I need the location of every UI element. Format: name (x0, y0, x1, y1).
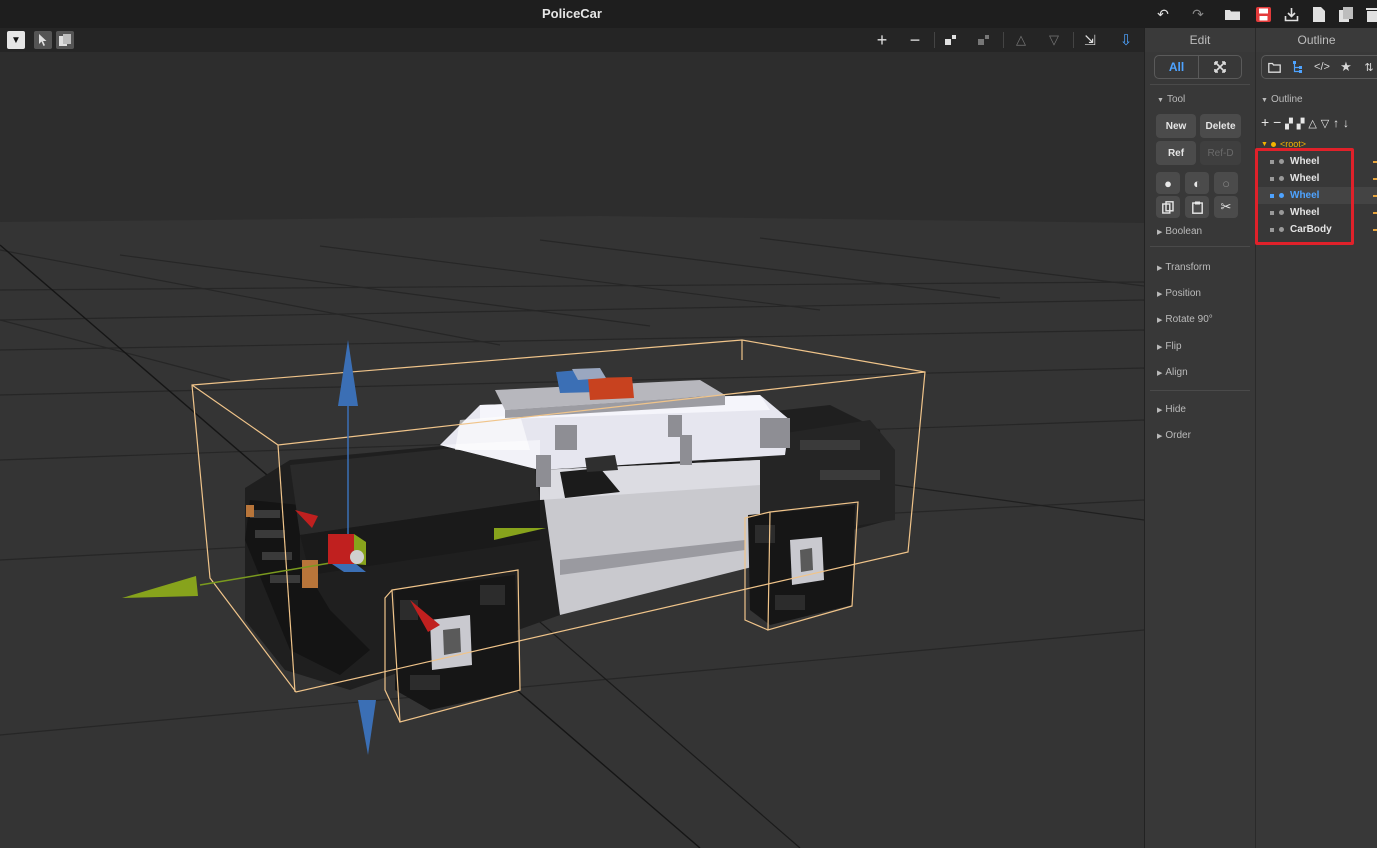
expand-root-icon[interactable]: ▼ (1261, 141, 1268, 148)
export-icon[interactable] (1281, 4, 1301, 24)
move-down-icon[interactable]: ↓ (1343, 116, 1349, 130)
order-section[interactable]: ▶ Order (1157, 430, 1191, 441)
mode-all-button[interactable]: All (1155, 56, 1199, 78)
viewport-toolbar: ▼ + − △ ▽ ⇲ ⇩ (0, 28, 1144, 52)
menu-dropdown-icon[interactable]: ▼ (7, 31, 25, 49)
paste-icon[interactable] (1185, 196, 1209, 218)
copy-layers-icon[interactable] (56, 31, 74, 49)
tree-view-icon[interactable] (1286, 56, 1310, 78)
erase-voxel-icon[interactable] (976, 31, 994, 49)
trash-icon[interactable] (1362, 4, 1377, 24)
new-button[interactable]: New (1156, 114, 1196, 138)
download-arrow-icon[interactable]: ⇩ (1117, 31, 1135, 49)
position-section[interactable]: ▶ Position (1157, 288, 1201, 299)
ref-d-button[interactable]: Ref-D (1200, 141, 1241, 165)
star-icon[interactable]: ★ (1334, 56, 1358, 78)
remove-node-icon[interactable]: − (1273, 114, 1281, 130)
triangle-down-icon[interactable]: ▽ (1321, 118, 1329, 130)
sort-icon[interactable]: ⇅ (1358, 56, 1377, 78)
rotate-section[interactable]: ▶ Rotate 90° (1157, 314, 1213, 325)
undo-icon[interactable]: ↶ (1153, 4, 1173, 24)
boolean-section[interactable]: ▶ Boolean (1157, 226, 1202, 237)
copy-icon[interactable] (1156, 196, 1180, 218)
redo-icon[interactable]: ↷ (1188, 4, 1208, 24)
flip-section[interactable]: ▶ Flip (1157, 341, 1182, 352)
expand-icon[interactable] (1199, 56, 1241, 78)
window-title: PoliceCar (542, 6, 602, 21)
files-icon[interactable] (1336, 4, 1356, 24)
triangle-up-icon[interactable]: △ (1308, 118, 1316, 130)
empty-circle-icon[interactable]: ○ (1214, 172, 1238, 194)
open-folder-icon[interactable] (1223, 4, 1243, 24)
edit-panel: Edit All ▼ Tool New Delete Ref Ref-D ● ◐ … (1144, 28, 1255, 848)
outline-panel-header: Outline (1256, 28, 1377, 52)
filled-circle-icon[interactable]: ● (1156, 172, 1180, 194)
triangle-up-icon[interactable]: △ (1012, 31, 1030, 49)
gizmo-center (350, 550, 364, 564)
ref-button[interactable]: Ref (1156, 141, 1196, 165)
paint-voxel-icon[interactable] (943, 31, 961, 49)
viewport-3d[interactable] (0, 52, 1144, 848)
code-icon[interactable]: </> (1310, 56, 1334, 78)
collapse-icon[interactable]: ⇲ (1081, 31, 1099, 49)
title-bar: PoliceCar ↶ ↷ (0, 0, 1377, 28)
edit-panel-header: Edit (1145, 28, 1255, 52)
erase-node-icon[interactable]: ▞ (1297, 119, 1305, 130)
triangle-down-icon[interactable]: ▽ (1045, 31, 1063, 49)
remove-icon[interactable]: − (906, 30, 924, 50)
outline-actions: + − ▞ ▞ △ ▽ ↑ ↓ (1261, 114, 1349, 130)
paint-node-icon[interactable]: ▞ (1285, 119, 1293, 130)
half-circle-icon[interactable]: ◐ (1185, 172, 1209, 194)
outline-panel: Outline </> ★ ⇅ ▼ Outline + − ▞ ▞ △ ▽ ↑ ↓… (1255, 28, 1377, 848)
transform-section[interactable]: ▶ Transform (1157, 262, 1211, 273)
hide-section[interactable]: ▶ Hide (1157, 404, 1186, 415)
outline-section-header[interactable]: ▼ Outline (1261, 94, 1303, 105)
edit-mode-selector[interactable]: All (1154, 55, 1242, 79)
highlight-box (1255, 148, 1354, 245)
delete-button[interactable]: Delete (1200, 114, 1241, 138)
align-section[interactable]: ▶ Align (1157, 367, 1188, 378)
add-icon[interactable]: + (873, 30, 891, 50)
file-icon[interactable] (1309, 4, 1329, 24)
cut-icon[interactable]: ✂ (1214, 196, 1238, 218)
tool-section-header[interactable]: ▼ Tool (1157, 94, 1185, 105)
add-node-icon[interactable]: + (1261, 114, 1269, 130)
select-cursor-icon[interactable] (34, 31, 52, 49)
save-icon[interactable] (1253, 4, 1273, 24)
siren-red (588, 377, 634, 400)
outline-view-toolbar: </> ★ ⇅ (1261, 55, 1377, 79)
folder-icon[interactable] (1262, 56, 1286, 78)
move-up-icon[interactable]: ↑ (1333, 116, 1339, 130)
